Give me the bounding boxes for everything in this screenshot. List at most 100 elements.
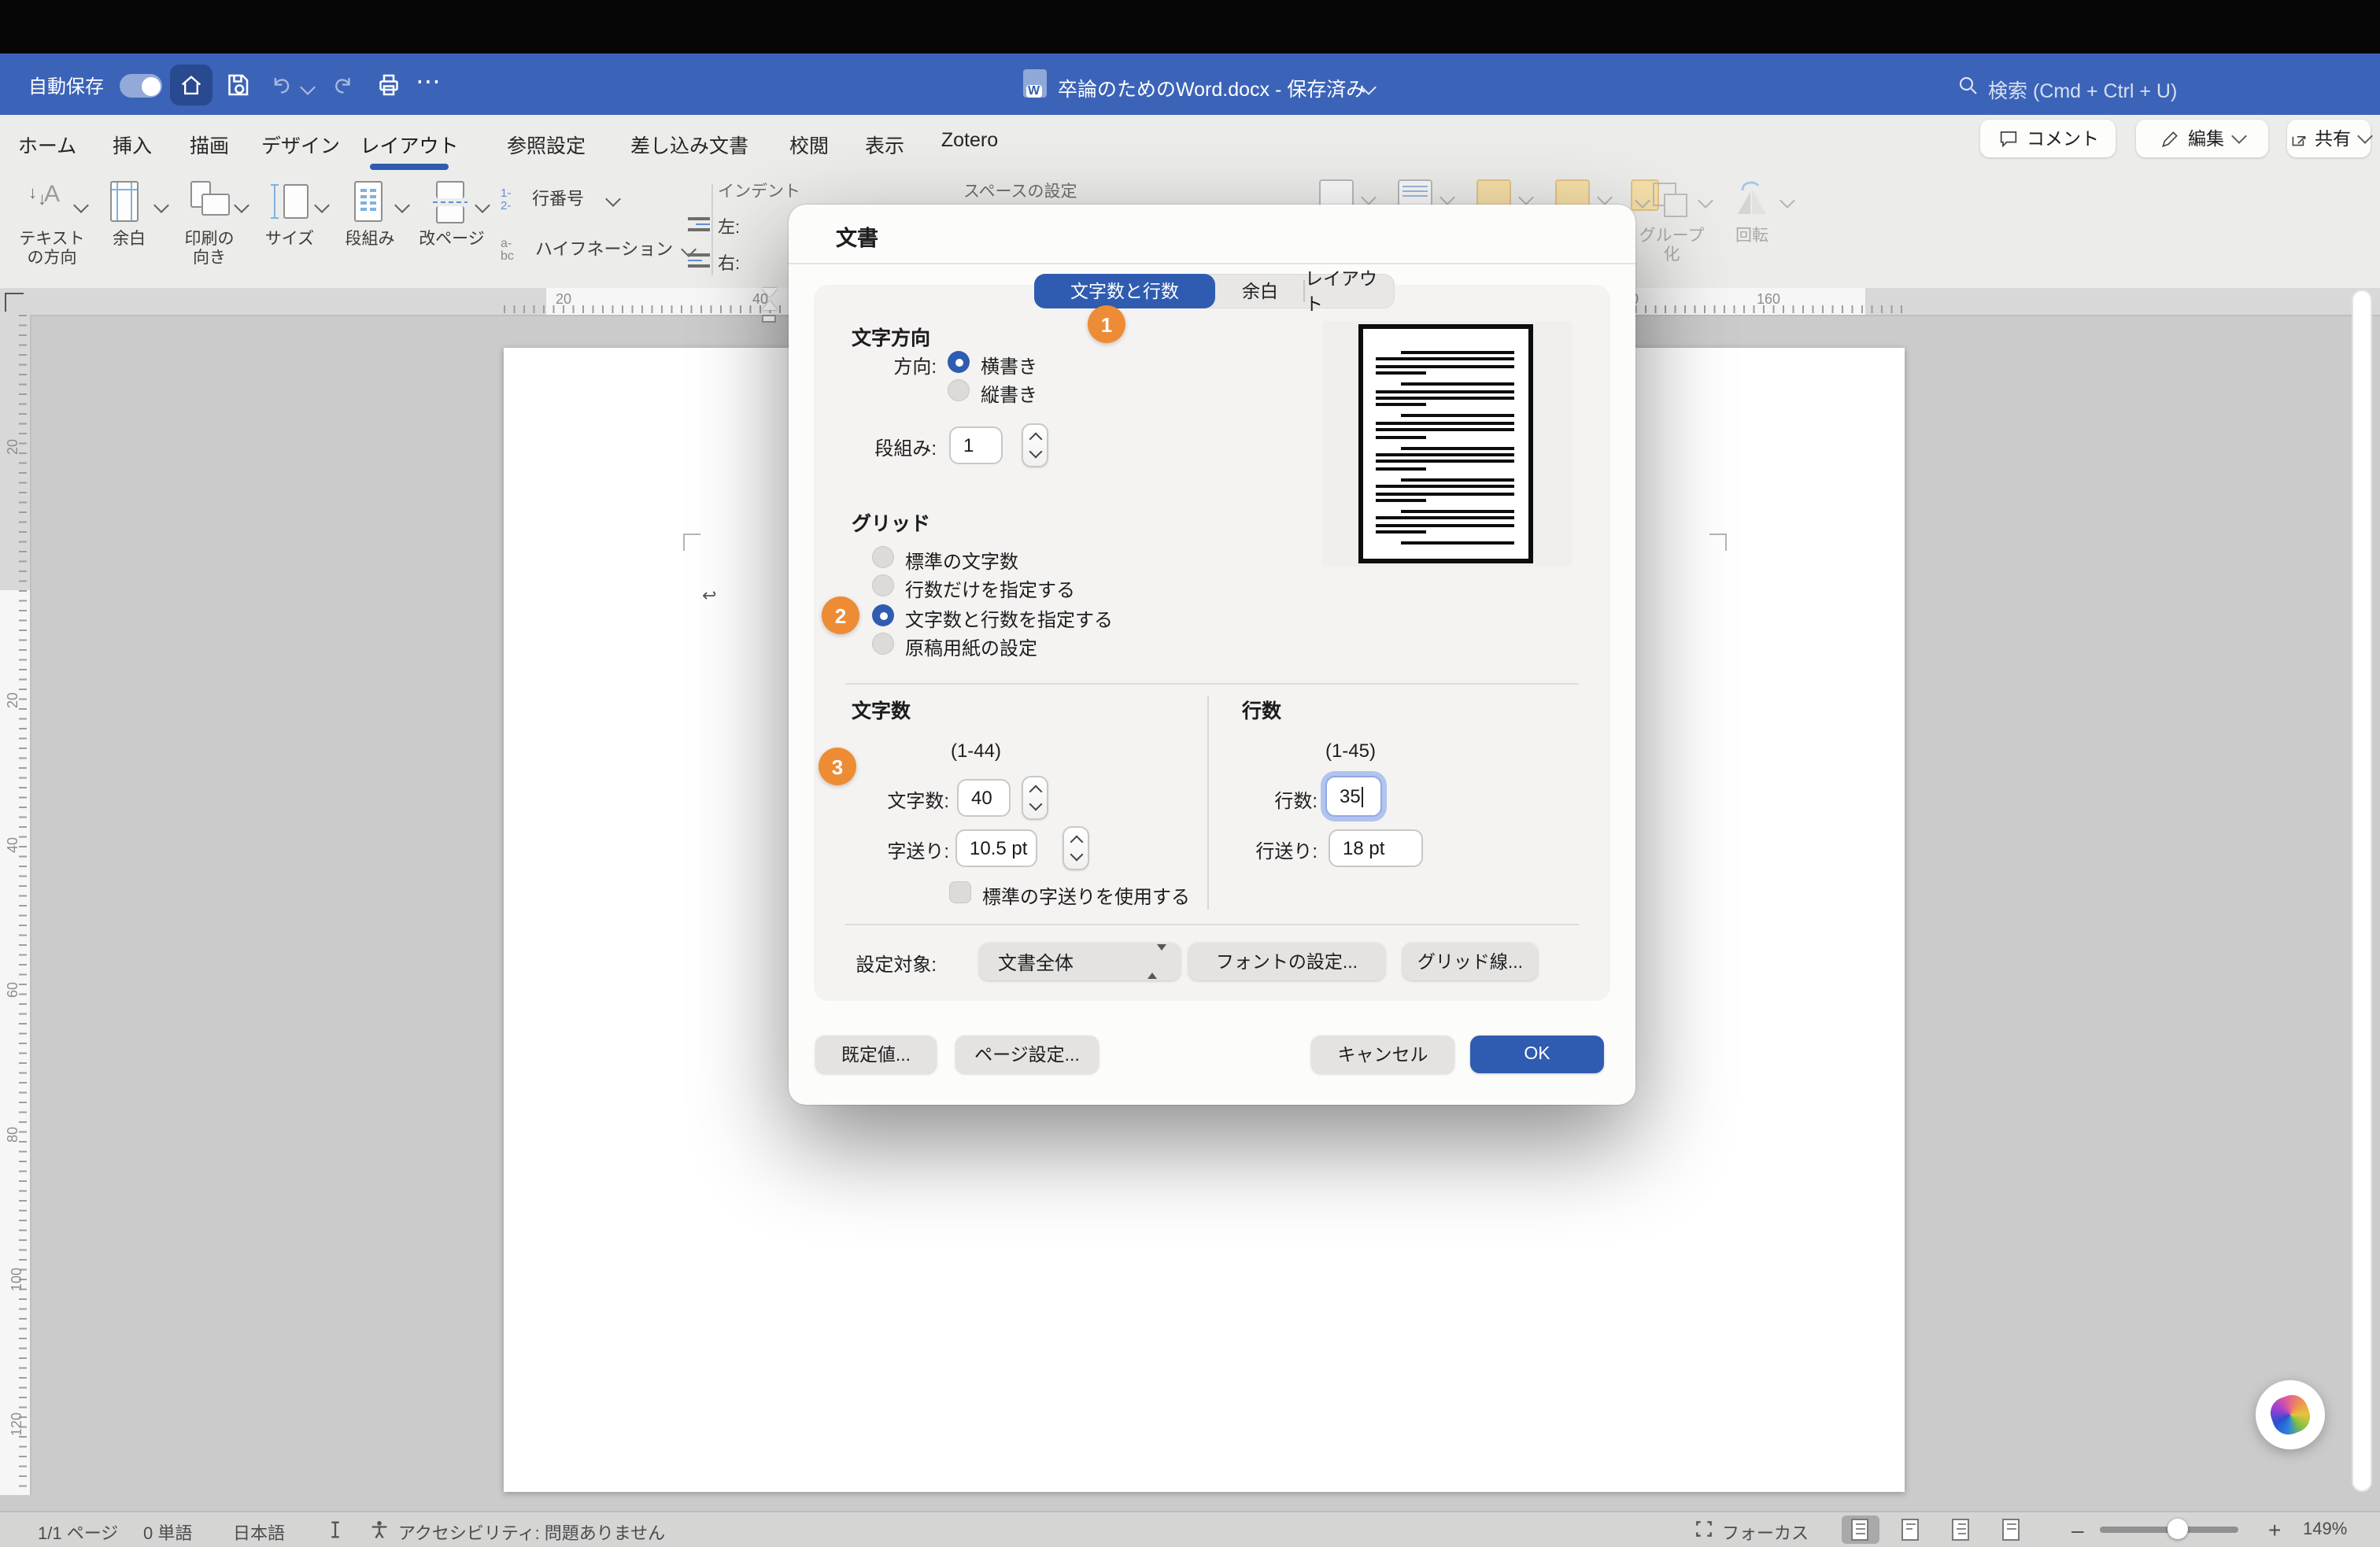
bring-forward-chevron-icon[interactable] [1518,190,1534,205]
save-button[interactable] [224,71,252,107]
copilot-button[interactable] [2256,1380,2325,1449]
first-line-indent-marker[interactable] [762,288,778,297]
wrap-text-chevron-icon[interactable] [1439,190,1455,205]
use-default-pitch-label[interactable]: 標準の字送りを使用する [982,883,1190,910]
text-cursor-icon[interactable] [324,1519,346,1541]
lines-count-input[interactable]: 35 [1325,776,1382,817]
radio-grid-chars-and-lines-label[interactable]: 文字数と行数を指定する [905,606,1113,633]
position-chevron-icon[interactable] [1361,190,1377,205]
tab-zotero[interactable]: Zotero [929,129,1011,151]
document-title[interactable]: 卒論のためのWord.docx - 保存済み [1058,72,1366,102]
left-indent-marker[interactable] [762,315,776,323]
radio-grid-manuscript[interactable] [872,633,894,655]
accessibility-status[interactable]: アクセシビリティ: 問題ありません [398,1520,665,1545]
radio-vertical[interactable] [948,379,970,401]
tab-home[interactable]: ホーム [16,129,79,159]
hanging-indent-marker[interactable] [762,301,778,310]
print-button[interactable] [375,71,403,107]
dialog-tab-chars-lines[interactable]: 文字数と行数 [1034,274,1215,308]
draft-view-button[interactable] [2002,1519,2020,1541]
radio-vertical-label[interactable]: 縦書き [981,381,1037,408]
page-setup-button[interactable]: ページ設定... [955,1036,1099,1073]
columns-count-input[interactable]: 1 [949,426,1003,464]
zoom-in-button[interactable]: + [2268,1517,2281,1542]
tab-mailings[interactable]: 差し込み文書 [620,129,759,159]
vertical-scrollbar[interactable] [2352,290,2372,1492]
edit-mode-button[interactable]: 編集 [2136,120,2268,157]
vertical-ruler[interactable]: 20 20 40 60 80 100 120 [0,315,31,1495]
apply-to-select[interactable]: 文書全体 [979,943,1181,980]
radio-horizontal[interactable] [948,351,970,373]
radio-grid-standard-label[interactable]: 標準の文字数 [905,548,1018,574]
word-count[interactable]: 0 単語 [143,1520,192,1545]
web-layout-view-button[interactable] [1901,1519,1919,1541]
gridlines-button[interactable]: グリッド線... [1402,943,1538,980]
columns-button[interactable] [354,181,382,222]
radio-grid-manuscript-label[interactable]: 原稿用紙の設定 [905,634,1037,661]
tab-layout[interactable]: レイアウト [359,129,460,159]
char-pitch-stepper[interactable] [1062,826,1089,870]
size-button[interactable] [274,181,315,225]
redo-button[interactable] [329,72,356,107]
radio-grid-standard[interactable] [872,546,894,568]
cancel-button[interactable]: キャンセル [1311,1036,1454,1073]
chars-heading: 文字数 [852,694,911,724]
chars-count-input[interactable]: 40 [957,779,1011,817]
tab-design[interactable]: デザイン [252,129,349,159]
tab-selector[interactable] [5,293,24,312]
zoom-percentage[interactable]: 149% [2303,1520,2347,1539]
undo-button[interactable] [268,72,294,107]
radio-grid-lines-only-label[interactable]: 行数だけを指定する [905,576,1075,603]
columns-chevron-icon[interactable] [394,198,410,213]
lines-range: (1-45) [1303,740,1398,762]
line-numbers-button[interactable]: 行番号 [532,190,584,209]
tab-insert[interactable]: 挿入 [101,129,164,159]
radio-grid-lines-only[interactable] [872,574,894,596]
tab-review[interactable]: 校閲 [781,129,837,159]
page-break-chevron-icon[interactable] [475,198,490,213]
undo-dropdown-chevron-icon[interactable] [300,79,316,95]
autosave-toggle[interactable] [120,74,162,98]
page-count[interactable]: 1/1 ページ [38,1520,118,1545]
margins-chevron-icon[interactable] [153,198,169,213]
hyphenation-button[interactable]: ハイフネーション [535,241,673,260]
text-direction-button[interactable]: A ↓ ↓ [28,181,69,225]
orientation-button[interactable] [190,181,235,225]
ok-button[interactable]: OK [1470,1036,1604,1073]
tab-references[interactable]: 参照設定 [494,129,598,159]
tab-draw[interactable]: 描画 [178,129,241,159]
text-direction-chevron-icon[interactable] [73,198,89,213]
tab-view[interactable]: 表示 [856,129,913,159]
chars-count-label: 文字数: [852,787,949,814]
print-layout-icon [1851,1519,1868,1541]
radio-grid-chars-and-lines[interactable] [872,604,894,626]
char-pitch-input[interactable]: 10.5 pt [955,829,1037,867]
dialog-tab-layout[interactable]: レイアウト [1305,274,1395,308]
use-default-pitch-checkbox[interactable] [949,881,971,903]
focus-mode-button[interactable]: フォーカス [1722,1520,1809,1545]
search-input[interactable]: 検索 (Cmd + Ctrl + U) [1988,74,2177,104]
share-button[interactable]: 共有 [2287,120,2371,157]
line-pitch-input[interactable]: 18 pt [1329,829,1423,867]
more-commands-button[interactable]: ⋯ [416,66,441,98]
zoom-slider-thumb[interactable] [2168,1519,2188,1539]
radio-horizontal-label[interactable]: 横書き [981,353,1037,379]
chars-count-stepper[interactable] [1022,776,1048,820]
margins-button[interactable] [110,181,139,222]
page-break-button[interactable] [433,181,468,225]
dialog-tab-margins[interactable]: 余白 [1215,274,1305,308]
home-button[interactable] [170,65,213,105]
focus-icon [1694,1519,1714,1539]
comments-button[interactable]: コメント [1980,120,2116,157]
language-indicator[interactable]: 日本語 [233,1520,285,1545]
autosave-label: 自動保存 [28,72,104,99]
zoom-out-button[interactable]: – [2071,1517,2084,1542]
line-numbers-chevron-icon[interactable] [605,191,621,207]
send-backward-chevron-icon[interactable] [1597,190,1613,205]
font-settings-button[interactable]: フォントの設定... [1188,943,1385,980]
orientation-chevron-icon[interactable] [234,198,249,213]
outline-view-button[interactable] [1952,1519,1969,1541]
set-default-button[interactable]: 既定値... [815,1036,937,1073]
size-chevron-icon[interactable] [314,198,330,213]
columns-count-stepper[interactable] [1022,423,1048,467]
